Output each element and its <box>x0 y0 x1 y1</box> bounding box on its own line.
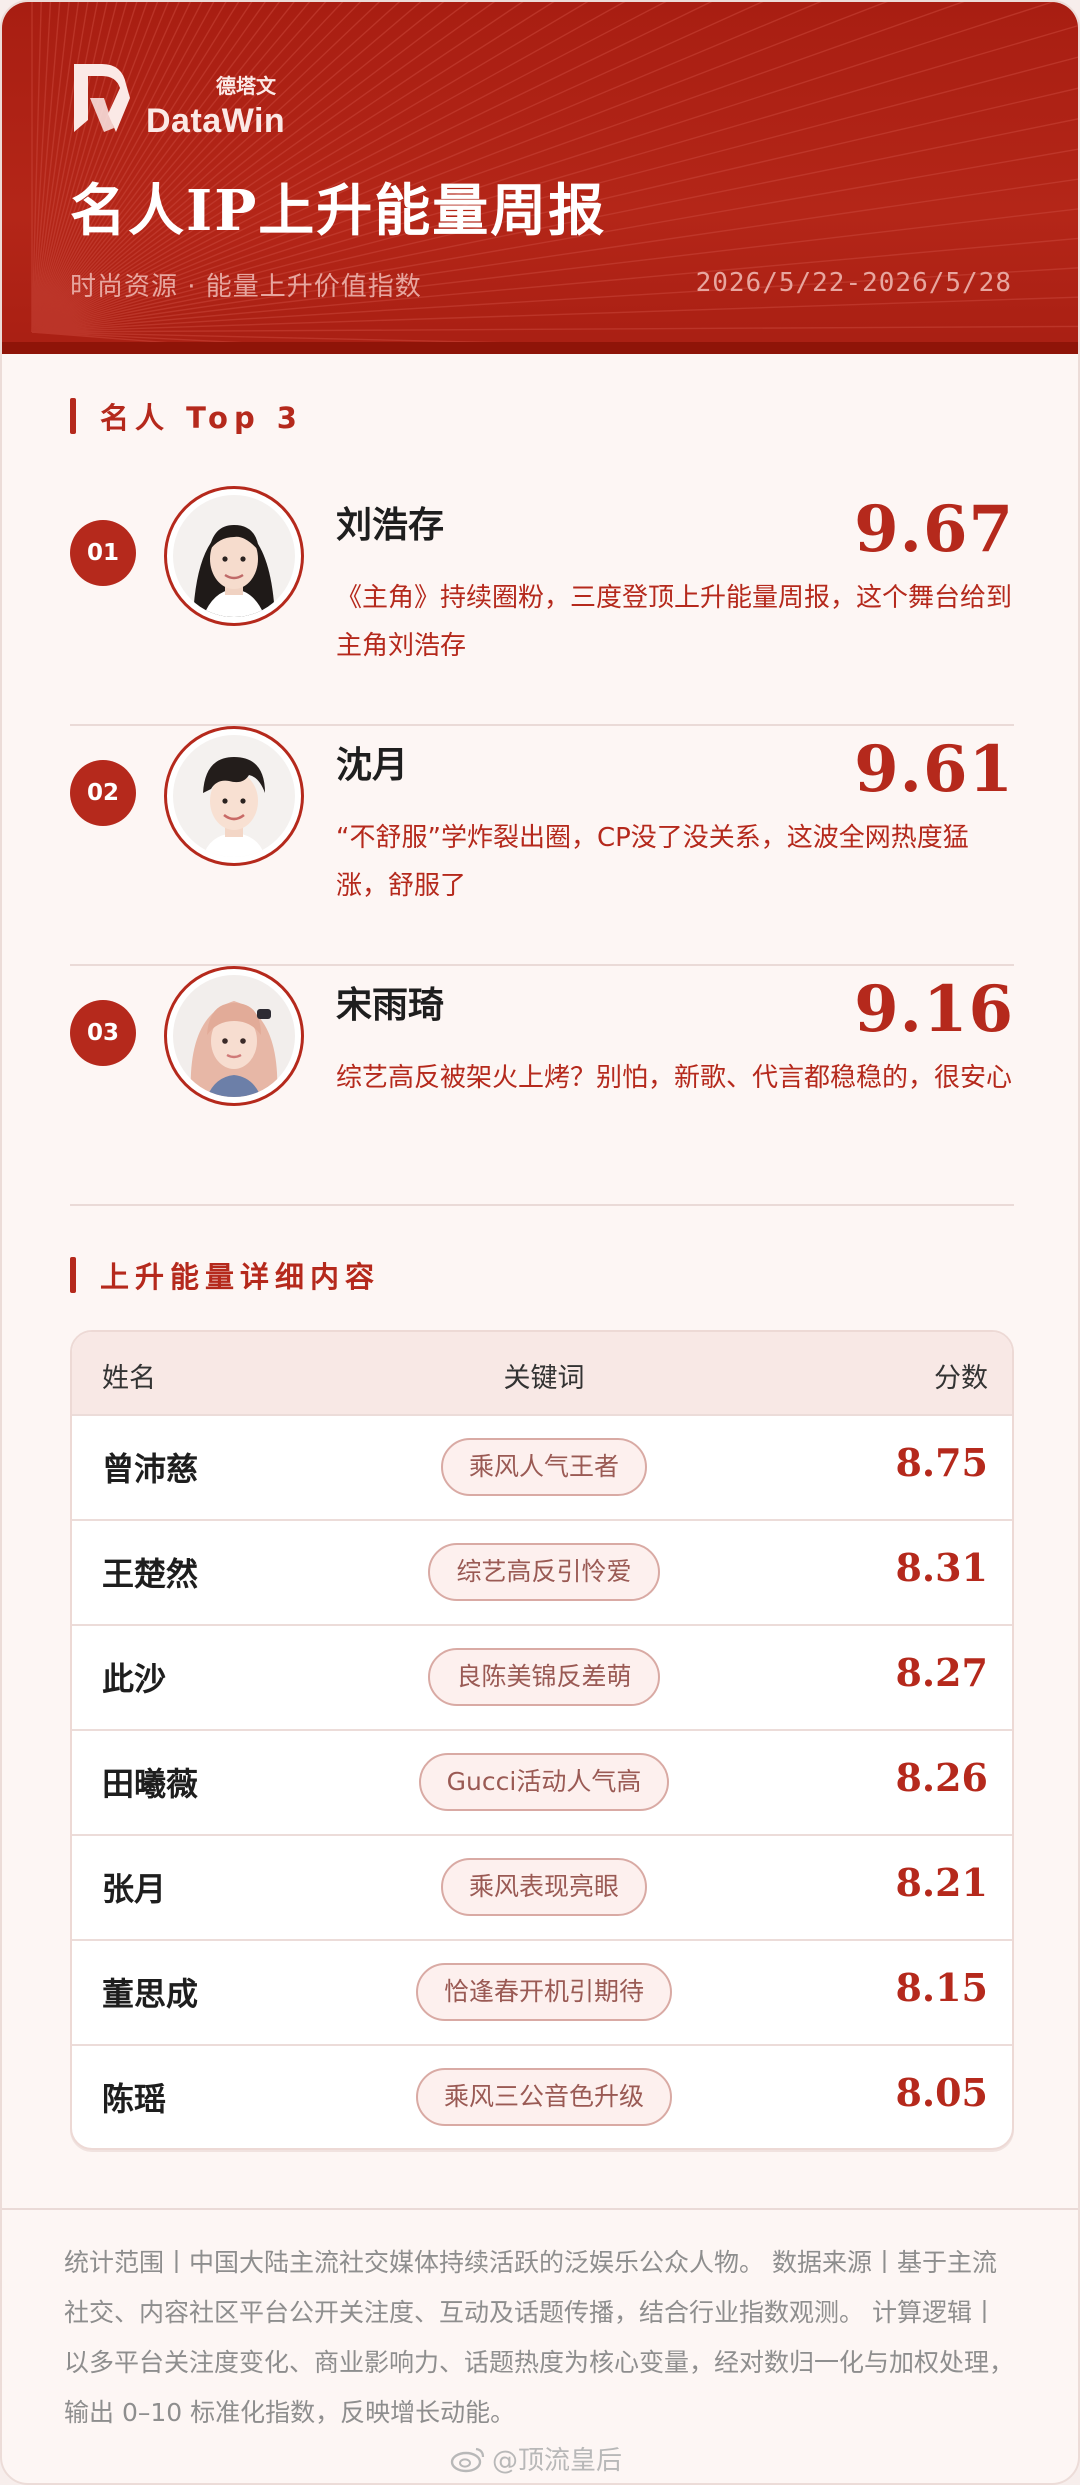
top3-item-2[interactable]: 02 沈月 9.61 “不舒服”学炸裂出圈，CP没了没关系，这波全网热度猛涨，舒… <box>70 726 1014 966</box>
avatar-ring <box>164 726 304 866</box>
avatar-ring <box>164 966 304 1106</box>
item-divider <box>70 1204 1014 1206</box>
column-header-keyword: 关键词 <box>503 1363 585 1394</box>
celebrity-score: 9.61 <box>854 732 1014 807</box>
celebrity-name: 刘浩存 <box>336 504 445 546</box>
column-header-score: 分数 <box>934 1363 988 1394</box>
report-subtitle: 时尚资源 · 能量上升价值指数 <box>70 272 422 302</box>
datawin-logo: 德塔文 DataWin <box>68 58 298 148</box>
logo-chinese-text: 德塔文 <box>216 74 276 98</box>
top3-heading-text: 名人 Top 3 <box>100 401 303 435</box>
keyword-pill: 乘风人气王者 <box>440 1438 647 1496</box>
weibo-watermark: @顶流皇后 <box>450 2440 622 2477</box>
row-divider <box>72 1834 1012 1836</box>
section-accent-bar <box>70 398 76 434</box>
celebrity-name: 沈月 <box>336 744 409 786</box>
row-score: 8.75 <box>895 1440 988 1485</box>
details-heading: 上升能量详细内容 <box>70 1254 380 1296</box>
table-header: 姓名 关键词 分数 <box>72 1332 1012 1414</box>
rank-badge: 01 <box>70 520 136 586</box>
keyword-pill: 乘风表现亮眼 <box>440 1858 647 1916</box>
rank-badge: 02 <box>70 760 136 826</box>
footer-divider <box>2 2208 1078 2210</box>
avatar <box>173 975 295 1097</box>
keyword-pill: 良陈美锦反差萌 <box>428 1648 660 1706</box>
keyword-pill-wrap: 乘风人气王者 <box>72 1438 1012 1496</box>
table-row[interactable]: 王楚然 综艺高反引怜爱 8.31 <box>72 1519 1012 1624</box>
avatar <box>173 735 295 857</box>
keyword-pill-wrap: 恰逢春开机引期待 <box>72 1963 1012 2021</box>
row-divider <box>72 1519 1012 1521</box>
details-heading-text: 上升能量详细内容 <box>100 1260 381 1294</box>
keyword-pill-wrap: 良陈美锦反差萌 <box>72 1648 1012 1706</box>
logo-wordmark: DataWin <box>146 102 286 140</box>
keyword-pill-wrap: Gucci活动人气高 <box>72 1753 1012 1811</box>
row-score: 8.31 <box>895 1545 988 1590</box>
table-row[interactable]: 曾沛慈 乘风人气王者 8.75 <box>72 1414 1012 1519</box>
weibo-icon <box>450 2447 485 2472</box>
table-row[interactable]: 田曦薇 Gucci活动人气高 8.26 <box>72 1729 1012 1834</box>
keyword-pill: Gucci活动人气高 <box>418 1753 670 1811</box>
keyword-pill: 乘风三公音色升级 <box>415 2068 672 2126</box>
celebrity-description: “不舒服”学炸裂出圈，CP没了没关系，这波全网热度猛涨，舒服了 <box>336 823 969 901</box>
row-score: 8.05 <box>895 2070 988 2115</box>
report-title: 名人IP上升能量周报 <box>70 178 607 244</box>
celebrity-description: 综艺高反被架火上烤？别怕，新歌、代言都稳稳的，很安心 <box>336 1063 1013 1093</box>
celebrity-score: 9.67 <box>854 492 1014 567</box>
row-divider <box>72 2044 1012 2046</box>
section-accent-bar <box>70 1257 76 1293</box>
methodology-footnote: 统计范围丨中国大陆主流社交媒体持续活跃的泛娱乐公众人物。 数据来源丨基于主流社交… <box>64 2248 1015 2427</box>
row-divider <box>72 1414 1012 1416</box>
keyword-pill: 恰逢春开机引期待 <box>415 1963 672 2021</box>
keyword-pill-wrap: 综艺高反引怜爱 <box>72 1543 1012 1601</box>
row-score: 8.26 <box>895 1755 988 1800</box>
avatar <box>173 495 295 617</box>
table-row[interactable]: 张月 乘风表现亮眼 8.21 <box>72 1834 1012 1939</box>
row-divider <box>72 1939 1012 1941</box>
avatar-ring <box>164 486 304 626</box>
top3-heading: 名人 Top 3 <box>70 395 303 437</box>
keyword-pill-wrap: 乘风表现亮眼 <box>72 1858 1012 1916</box>
celebrity-score: 9.16 <box>854 972 1014 1047</box>
header-ray-line <box>31 325 1078 333</box>
top3-item-3[interactable]: 03 宋雨琦 9.16 综艺高反被架火上烤？别怕，新歌、代言都稳稳的，很安心 <box>70 966 1014 1206</box>
table-row[interactable]: 此沙 良陈美锦反差萌 8.27 <box>72 1624 1012 1729</box>
watermark-text: @顶流皇后 <box>492 2446 623 2476</box>
keyword-pill: 综艺高反引怜爱 <box>428 1543 660 1601</box>
rank-badge: 03 <box>70 1000 136 1066</box>
celebrity-name: 宋雨琦 <box>336 984 445 1026</box>
report-header: 德塔文 DataWin 名人IP上升能量周报 时尚资源 · 能量上升价值指数 2… <box>2 2 1078 354</box>
row-divider <box>72 1624 1012 1626</box>
report-date-range: 2026/5/22-2026/5/28 <box>695 268 1012 298</box>
top3-item-1[interactable]: 01 刘浩存 9.67 《主角》持续圈粉，三度登顶上升能量周报，这个舞台给到主角… <box>70 486 1014 726</box>
row-score: 8.15 <box>895 1965 988 2010</box>
datawin-logo-icon <box>74 64 130 132</box>
row-score: 8.21 <box>895 1860 988 1905</box>
details-table: 姓名 关键词 分数 曾沛慈 乘风人气王者 8.75 王楚然 综艺高反引怜爱 8.… <box>70 1330 1014 2150</box>
header-bottom-band <box>2 342 1078 354</box>
row-divider <box>72 1729 1012 1731</box>
celebrity-description: 《主角》持续圈粉，三度登顶上升能量周报，这个舞台给到主角刘浩存 <box>336 583 1013 661</box>
keyword-pill-wrap: 乘风三公音色升级 <box>72 2068 1012 2126</box>
table-row[interactable]: 陈瑶 乘风三公音色升级 8.05 <box>72 2044 1012 2148</box>
table-row[interactable]: 董思成 恰逢春开机引期待 8.15 <box>72 1939 1012 2044</box>
report-card: 德塔文 DataWin 名人IP上升能量周报 时尚资源 · 能量上升价值指数 2… <box>0 0 1080 2485</box>
row-score: 8.27 <box>895 1650 988 1695</box>
